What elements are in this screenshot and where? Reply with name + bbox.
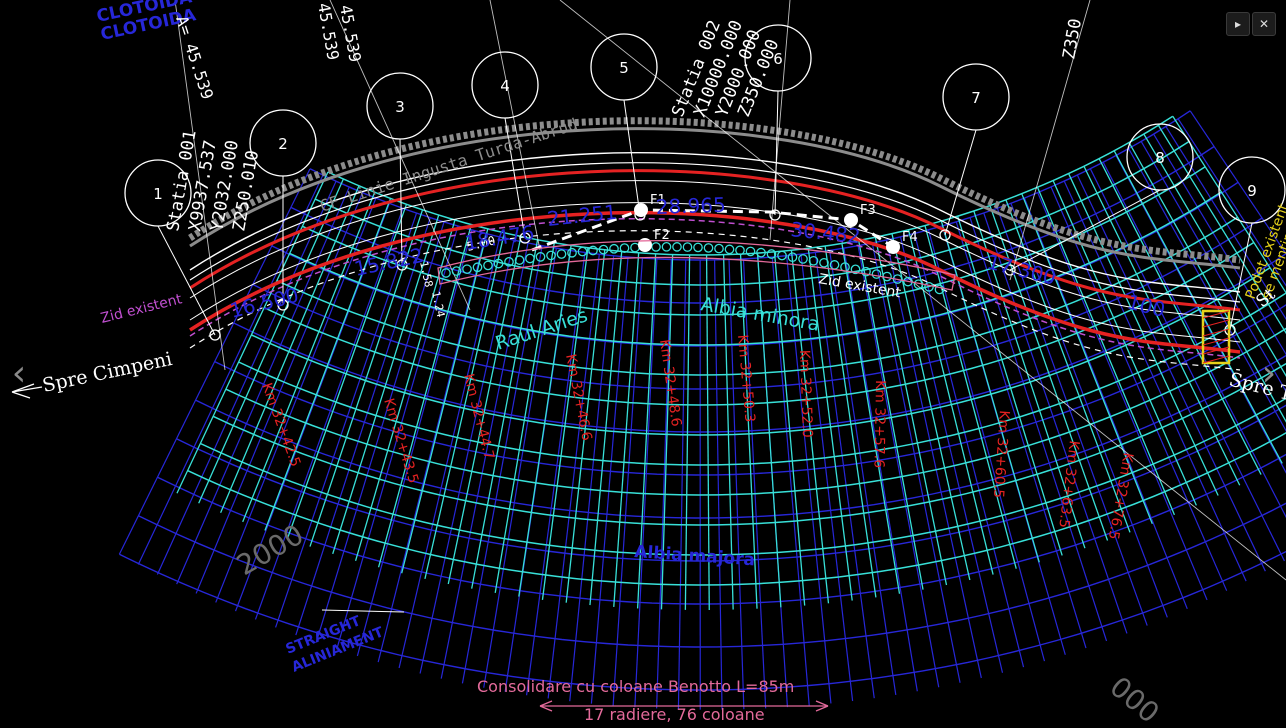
benotto-column-icon: [567, 247, 577, 258]
span-dimension: 100: [1125, 290, 1168, 323]
span-dimension: 21.251: [546, 200, 618, 231]
chainage-label: Km 32+57.6: [870, 380, 888, 468]
station-number: 3: [395, 98, 405, 116]
grid-ray: [857, 245, 940, 688]
grid-ray: [829, 250, 897, 695]
chainage-label: Km 32+46.6: [562, 353, 595, 443]
existing-wall-label: Zid existent: [817, 271, 902, 301]
next-arrow-icon[interactable]: ›: [1254, 352, 1284, 396]
benotto-column-icon: [724, 244, 735, 255]
benotto-column-icon: [735, 245, 745, 256]
benotto-column-icon: [714, 243, 724, 254]
grid-ray: [461, 245, 543, 684]
benotto-column-icon: [483, 260, 493, 271]
fix-point-label: F3: [860, 203, 876, 218]
chainage-label: Km 32+44.7: [460, 372, 497, 461]
benotto-column-icon: [672, 242, 682, 252]
fix-point-icon: [634, 203, 648, 217]
benotto-column-icon: [609, 243, 619, 254]
grid-ray: [1063, 180, 1247, 582]
benotto-column-icon: [745, 246, 756, 257]
elevation-label: Z350: [1059, 17, 1086, 61]
fix-point-label: F2: [654, 228, 670, 243]
benotto-column-icon: [682, 242, 693, 252]
chainage-label: Km 32+60.5: [990, 410, 1012, 499]
construction-line: [769, 0, 791, 241]
benotto-column-icon: [693, 242, 703, 253]
station-number: 4: [500, 77, 510, 95]
benotto-column-icon: [651, 242, 661, 252]
chainage-label: Km 32+63.5: [1055, 440, 1082, 529]
grid-ray: [713, 259, 723, 710]
culvert-icon: [1201, 309, 1231, 365]
grid-ray: [843, 248, 918, 692]
fix-point-icon: [886, 240, 900, 254]
direction-label: Spre Cimpeni: [40, 348, 174, 397]
chainage-label: Km 32+52.0: [796, 350, 815, 439]
grid-ray: [677, 259, 687, 710]
benotto-column-icon: [546, 250, 556, 261]
railway-label: CF Linie Ingusta Turda-Abrud: [317, 114, 579, 215]
station-leader-line: [944, 129, 977, 236]
construction-line: [559, 0, 1286, 581]
drawing-viewer: 1 2 3 4 5 6 7 8 9 F1 F2 F3 F4 CLOTOIDA CLOTOIDA A= 45.5…: [0, 0, 1286, 728]
benotto-column-icon: [703, 243, 714, 253]
large-dimension: 000: [1104, 670, 1166, 728]
grid-ray: [440, 242, 529, 679]
grid-ray: [1098, 158, 1262, 475]
station-number: 2: [278, 135, 288, 153]
major-bed-label: Albia majora: [634, 542, 756, 570]
grid-ray: [656, 259, 672, 709]
previous-arrow-icon[interactable]: ‹: [4, 352, 34, 396]
station-leader-line: [157, 225, 216, 336]
benotto-column-icon: [462, 264, 472, 275]
play-button[interactable]: ▸: [1226, 12, 1250, 36]
chainage-label: Km 32+42.5: [258, 381, 303, 469]
chainage-label: Km 32+50.3: [734, 334, 758, 423]
benotto-column-icon: [525, 253, 535, 264]
parameter-label: A= 45.539: [172, 13, 217, 101]
station-number: 1: [153, 185, 163, 203]
grid-ray: [885, 239, 982, 679]
station-number: 8: [1155, 149, 1165, 167]
benotto-column-icon: [556, 249, 567, 259]
chainage-label: Km 32+48.6: [656, 338, 684, 427]
benotto-title: Consolidare cu coloane Benotto L=85m: [477, 677, 794, 696]
existing-wall-label: Zid existent: [99, 291, 184, 327]
fix-point-label: F4: [902, 230, 918, 245]
cad-drawing: 12345 6789F1F2F3F4CLOTOIDACLOTOIDAA= 45.5…: [11, 0, 1286, 728]
benotto-column-icon: [798, 254, 808, 264]
span-dimension: 28.965: [655, 193, 726, 219]
station-number: 9: [1247, 182, 1257, 200]
benotto-column-icon: [661, 241, 672, 252]
grid-ray: [728, 259, 745, 710]
benotto-subtitle: 17 radiere, 76 coloane: [584, 705, 765, 724]
grid-ray: [156, 180, 337, 575]
benotto-column-icon: [871, 269, 882, 279]
benotto-column-icon: [630, 242, 640, 253]
close-button[interactable]: ✕: [1252, 12, 1276, 36]
station-number: 7: [971, 89, 981, 107]
benotto-column-icon: [441, 268, 451, 278]
station-number: 5: [619, 59, 629, 77]
grid-arc: [327, 115, 1174, 256]
dimension-label: 1.24: [429, 290, 447, 319]
